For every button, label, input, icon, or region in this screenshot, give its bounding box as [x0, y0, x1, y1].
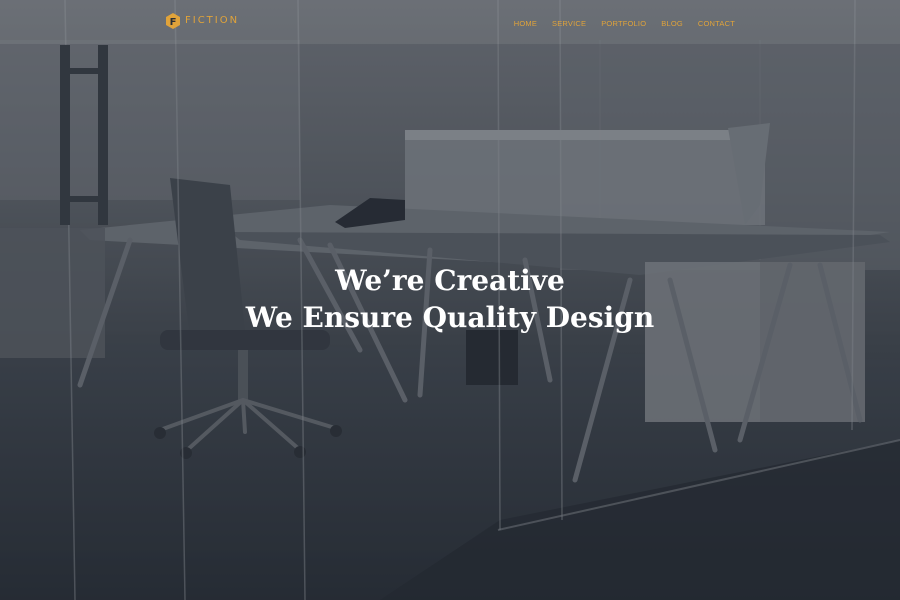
nav-item-service[interactable]: SERVICE — [552, 19, 586, 28]
brand-name: FICTION — [185, 15, 240, 26]
logo-letter: F — [170, 17, 177, 28]
main-nav: HOME SERVICE PORTFOLIO BLOG CONTACT — [514, 0, 735, 44]
nav-item-portfolio[interactable]: PORTFOLIO — [601, 19, 646, 28]
nav-item-home[interactable]: HOME — [514, 19, 537, 28]
top-navbar: F FICTION HOME SERVICE PORTFOLIO BLOG CO… — [0, 0, 900, 44]
hero-section: F FICTION HOME SERVICE PORTFOLIO BLOG CO… — [0, 0, 900, 600]
hero-heading-line1: We’re Creative — [335, 264, 565, 297]
brand-logo[interactable]: F FICTION — [165, 10, 239, 32]
hero-heading: We’re Creative We Ensure Quality Design — [0, 262, 900, 336]
logo-hexagon-icon: F — [165, 12, 181, 30]
hero-heading-line2: We Ensure Quality Design — [245, 301, 655, 334]
nav-item-blog[interactable]: BLOG — [661, 19, 683, 28]
nav-item-contact[interactable]: CONTACT — [698, 19, 735, 28]
